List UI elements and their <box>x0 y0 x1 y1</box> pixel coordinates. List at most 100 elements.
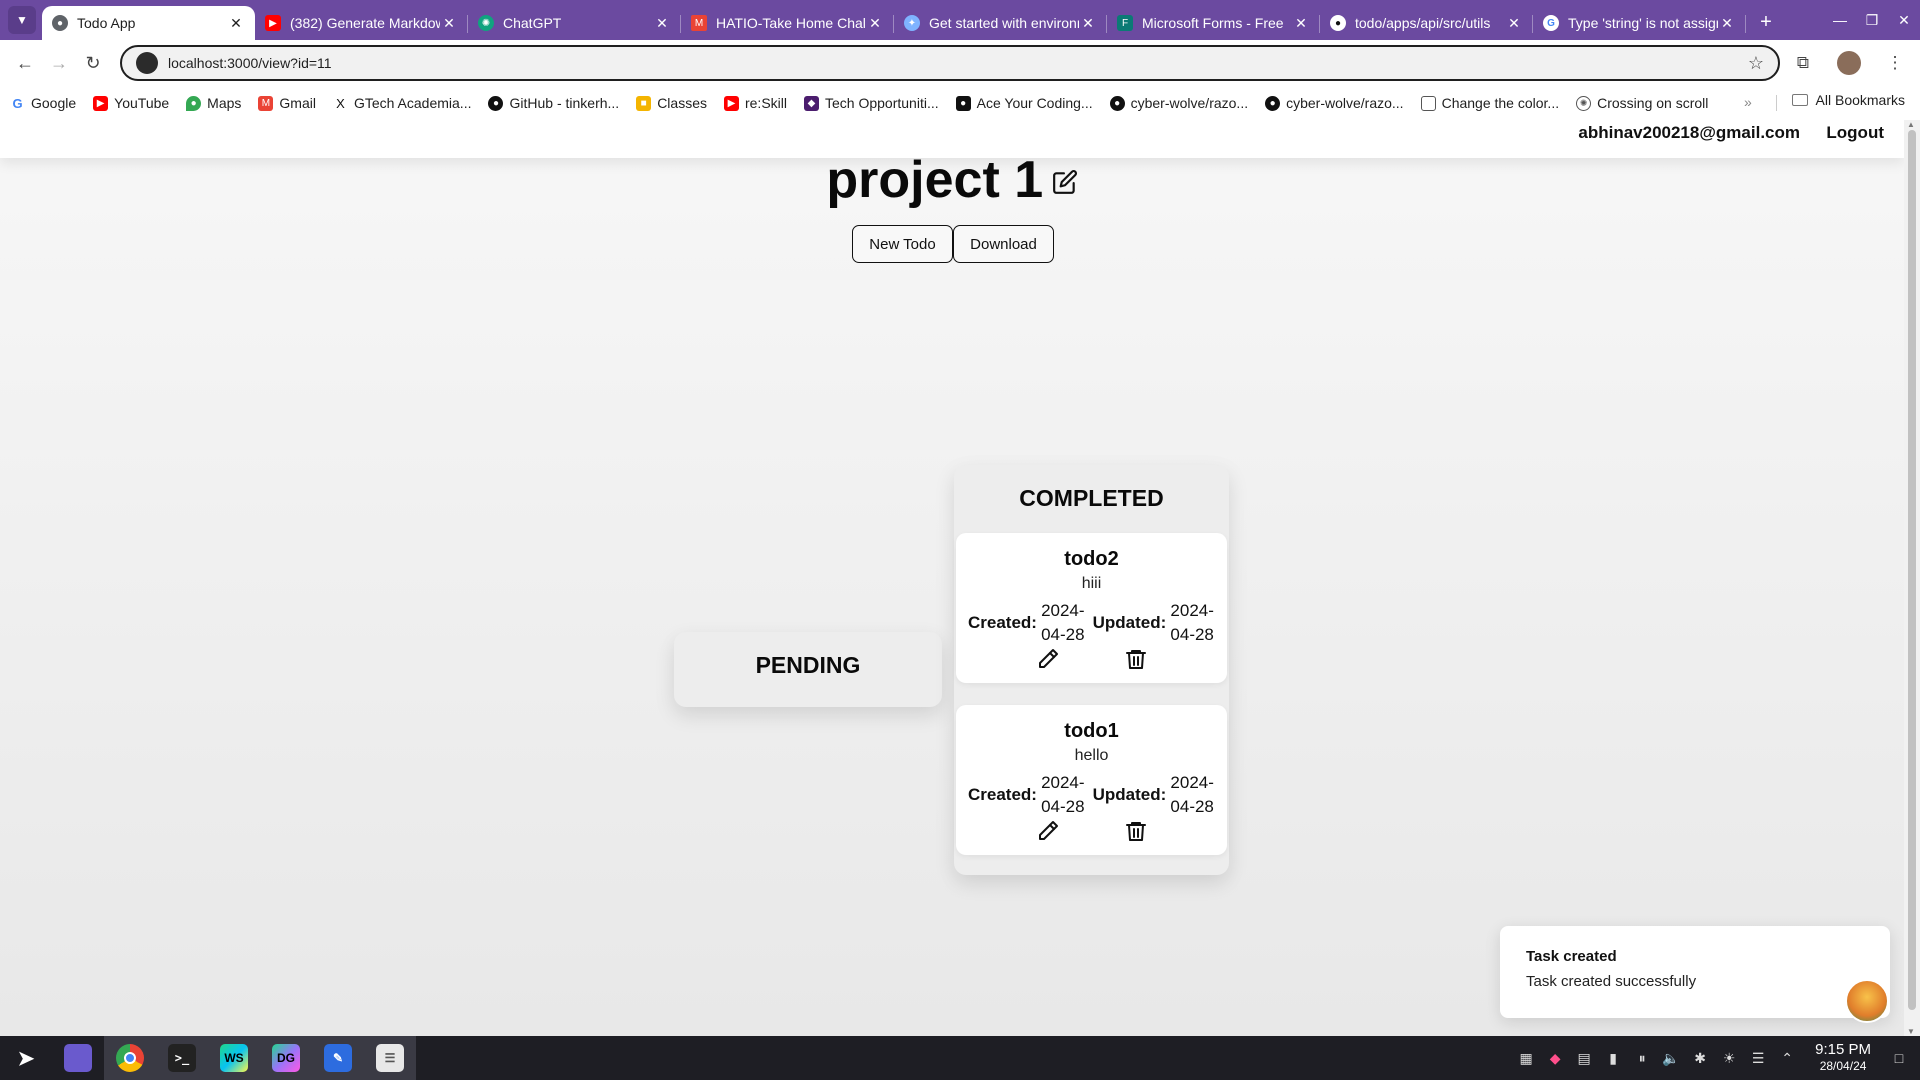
beach-avatar-icon[interactable] <box>1845 979 1889 1023</box>
bookmark-change-color[interactable]: Change the color... <box>1420 95 1559 111</box>
close-icon[interactable]: ✕ <box>1292 14 1310 32</box>
window-close-icon[interactable]: ✕ <box>1888 0 1920 40</box>
taskbar-notes[interactable]: ☰ <box>364 1036 416 1080</box>
minimize-icon[interactable]: — <box>1824 0 1856 40</box>
bookmark-reskill[interactable]: ▶ re:Skill <box>723 95 787 111</box>
show-desktop-icon[interactable]: □ <box>1890 1049 1908 1067</box>
todo-title: todo1 <box>1064 720 1119 742</box>
profile-avatar[interactable] <box>1832 46 1866 80</box>
more-menu-icon[interactable]: ⋮ <box>1878 46 1912 80</box>
url-text[interactable]: localhost:3000/view?id=11 <box>168 55 1748 71</box>
extensions-icon[interactable]: ⧉ <box>1786 46 1820 80</box>
youtube-icon: ▶ <box>265 15 281 31</box>
new-tab-button[interactable]: + <box>1752 8 1780 36</box>
launcher-button[interactable]: ➤ <box>0 1036 52 1080</box>
page-content: abhinav200218@gmail.com Logout project 1… <box>0 120 1904 1036</box>
clock[interactable]: 9:15 PM 28/04/24 <box>1815 1042 1871 1074</box>
trash-icon[interactable] <box>1124 819 1148 843</box>
todo-dates: Created: 2024- 04-28 Updated: 2024- 04-2… <box>968 771 1218 819</box>
logout-link[interactable]: Logout <box>1826 123 1884 143</box>
bookmarks-overflow-icon[interactable]: » <box>1744 94 1752 110</box>
tab-title: ChatGPT <box>503 15 562 31</box>
trash-icon[interactable] <box>1124 647 1148 671</box>
bookmark-gmail[interactable]: M Gmail <box>258 95 316 111</box>
edit-title-icon[interactable] <box>1052 169 1078 195</box>
bookmark-label: Google <box>31 95 77 111</box>
created-date-line1: 2024- <box>1041 773 1085 792</box>
updated-date-line1: 2024- <box>1170 601 1214 620</box>
back-arrow-icon[interactable]: ← <box>8 46 42 80</box>
bookmark-label: GTech Academia... <box>353 95 472 111</box>
address-bar[interactable]: localhost:3000/view?id=11 ☆ <box>120 45 1780 81</box>
taskbar-terminal[interactable]: >_ <box>156 1036 208 1080</box>
bookmark-youtube[interactable]: ▶ YouTube <box>93 95 169 111</box>
bookmark-google[interactable]: G Google <box>10 95 76 111</box>
chevron-up-icon[interactable]: ⌃ <box>1778 1049 1796 1067</box>
bookmark-label: Gmail <box>279 95 316 111</box>
clipboard-icon[interactable]: ▤ <box>1575 1049 1593 1067</box>
close-icon[interactable]: ✕ <box>1079 14 1097 32</box>
tab-gmail[interactable]: M HATIO-Take Home Challenge ✕ <box>681 6 894 40</box>
bookmark-crossing-scroll[interactable]: ✺ Crossing on scroll <box>1576 95 1708 111</box>
user-email: abhinav200218@gmail.com <box>1578 123 1800 142</box>
page-scrollbar[interactable]: ▲ ▼ <box>1904 120 1920 1036</box>
tab-github[interactable]: ● todo/apps/api/src/utils ✕ <box>1320 6 1533 40</box>
new-todo-button[interactable]: New Todo <box>852 225 953 263</box>
tab-get-started[interactable]: ✦ Get started with environment ✕ <box>894 6 1107 40</box>
scroll-up-icon[interactable]: ▲ <box>1907 120 1915 129</box>
bookmark-classes[interactable]: ■ Classes <box>636 95 707 111</box>
bookmark-cyber-wolve-2[interactable]: ● cyber-wolve/razo... <box>1265 95 1404 111</box>
bookmark-ace-coding[interactable]: ● Ace Your Coding... <box>955 95 1093 111</box>
brightness-icon[interactable]: ☀ <box>1720 1049 1738 1067</box>
close-icon[interactable]: ✕ <box>1718 14 1736 32</box>
site-info-icon[interactable] <box>136 52 158 74</box>
tab-chatgpt[interactable]: ✺ ChatGPT ✕ <box>468 6 681 40</box>
wifi-icon[interactable]: ☰ <box>1749 1049 1767 1067</box>
tab-microsoft-forms[interactable]: F Microsoft Forms - Free ✕ <box>1107 6 1320 40</box>
bookmark-maps[interactable]: ● Maps <box>186 95 241 111</box>
download-button[interactable]: Download <box>953 225 1054 263</box>
pencil-icon[interactable] <box>1036 647 1060 671</box>
globe-icon: ● <box>52 15 68 31</box>
scrollbar-thumb[interactable] <box>1908 130 1916 1010</box>
bookmark-label: re:Skill <box>744 95 787 111</box>
browser-tab-strip: ▼ ● Todo App ✕ ▶ (382) Generate Markdown… <box>0 0 1920 40</box>
bookmark-github-tinkerhub[interactable]: ● GitHub - tinkerh... <box>488 95 619 111</box>
bookmark-cyber-wolve-1[interactable]: ● cyber-wolve/razo... <box>1109 95 1248 111</box>
taskbar-editor[interactable]: ✎ <box>312 1036 364 1080</box>
volume-icon[interactable]: 🔈 <box>1662 1049 1680 1067</box>
battery-icon[interactable]: ▮ <box>1604 1049 1622 1067</box>
taskbar-datagrip[interactable]: DG <box>260 1036 312 1080</box>
close-icon[interactable]: ✕ <box>227 14 245 32</box>
bookmark-star-icon[interactable]: ☆ <box>1748 53 1764 74</box>
bookmark-gtech[interactable]: X GTech Academia... <box>332 95 472 111</box>
todo-card[interactable]: todo1 hello Created: 2024- 04-28 Updated… <box>956 705 1227 855</box>
bluetooth-icon[interactable]: ✱ <box>1691 1049 1709 1067</box>
apps-grid-icon[interactable]: ▦ <box>1517 1049 1535 1067</box>
close-icon[interactable]: ✕ <box>440 14 458 32</box>
close-icon[interactable]: ✕ <box>653 14 671 32</box>
chrome-icon <box>116 1044 144 1072</box>
tab-search-button[interactable]: ▼ <box>8 6 36 34</box>
scroll-down-icon[interactable]: ▼ <box>1907 1027 1915 1036</box>
tab-todo-app[interactable]: ● Todo App ✕ <box>42 6 255 40</box>
forward-arrow-icon[interactable]: → <box>42 46 76 80</box>
taskbar-chrome[interactable] <box>104 1036 156 1080</box>
bookmark-tech-opportunities[interactable]: ◆ Tech Opportuniti... <box>804 95 939 111</box>
pause-icon[interactable]: ⏸ <box>1633 1049 1651 1067</box>
todo-card[interactable]: todo2 hiii Created: 2024- 04-28 Updated:… <box>956 533 1227 683</box>
taskbar-webstorm[interactable]: WS <box>208 1036 260 1080</box>
tech-icon: ◆ <box>804 95 819 111</box>
created-date: 2024- 04-28 <box>1037 599 1089 647</box>
bookmark-label: Tech Opportuniti... <box>825 95 939 111</box>
jetbrains-toolbox-icon[interactable]: ◆ <box>1546 1049 1564 1067</box>
all-bookmarks-button[interactable]: All Bookmarks <box>1791 92 1905 108</box>
restore-icon[interactable]: ❐ <box>1856 0 1888 40</box>
close-icon[interactable]: ✕ <box>866 14 884 32</box>
tab-youtube[interactable]: ▶ (382) Generate Markdown ✕ <box>255 6 468 40</box>
close-icon[interactable]: ✕ <box>1505 14 1523 32</box>
pencil-icon[interactable] <box>1036 819 1060 843</box>
reload-icon[interactable]: ↻ <box>76 46 110 80</box>
tab-google-search[interactable]: G Type 'string' is not assignable ✕ <box>1533 6 1746 40</box>
taskbar-files[interactable] <box>52 1036 104 1080</box>
